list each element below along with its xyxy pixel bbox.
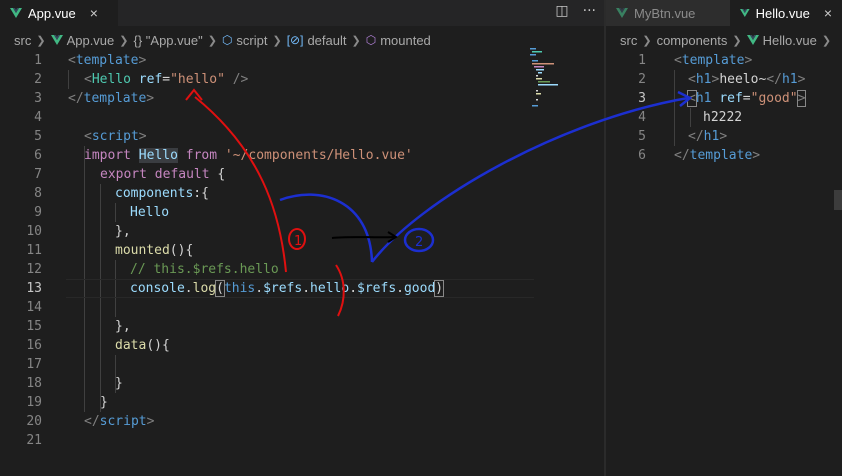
code-line: 6 </template> xyxy=(638,148,761,163)
breadcrumb-hello-vue[interactable]: Hello.vue xyxy=(746,32,817,48)
code-line: 6 import Hello from '~/components/Hello.v… xyxy=(34,148,413,163)
code-line: 18} xyxy=(26,376,123,391)
code-line: 2 <h1>heelo~</h1> xyxy=(638,72,806,87)
vue-file-icon xyxy=(740,8,750,18)
left-editor-group: App.vue × ◫ ··· src ❯ App.vue ❯ {} "App.… xyxy=(0,0,604,476)
code-line: 16 data(){ xyxy=(26,338,170,353)
tab-mybtn-vue[interactable]: MyBtn.vue xyxy=(606,0,730,26)
tab-label: MyBtn.vue xyxy=(634,5,696,21)
code-line: 1 <template> xyxy=(638,53,753,68)
breadcrumb-mounted[interactable]: ⬡ mounted xyxy=(366,33,431,48)
chevron-right-icon: ❯ xyxy=(36,34,46,47)
breadcrumb-label: Hello.vue xyxy=(762,32,817,48)
vue-file-icon xyxy=(10,8,22,18)
code-line-current: 3 <h1 ref="good"> xyxy=(638,90,807,107)
more-actions-icon[interactable]: ··· xyxy=(583,3,596,19)
code-line: 20 </script> xyxy=(26,414,155,429)
breadcrumb-src[interactable]: src xyxy=(620,33,637,48)
breadcrumb-label: script xyxy=(236,32,268,48)
code-line: 12// this.$refs.hello xyxy=(26,262,279,277)
breadcrumb-module[interactable]: {} "App.vue" xyxy=(133,33,202,48)
code-line: 10}, xyxy=(26,224,131,239)
close-icon[interactable]: × xyxy=(824,5,832,21)
code-line: 17 xyxy=(26,357,42,372)
code-line: 1 <template> xyxy=(34,53,147,68)
code-line: 3 </template> xyxy=(34,91,155,106)
breadcrumb-app-vue[interactable]: App.vue xyxy=(50,32,115,48)
tab-bar: App.vue × ◫ ··· xyxy=(0,0,604,26)
code-line: 9 Hello xyxy=(34,205,170,220)
breadcrumb-label: mounted xyxy=(380,32,431,48)
code-line: 14 xyxy=(26,300,42,315)
code-line: 15}, xyxy=(26,319,131,334)
code-line: 19} xyxy=(26,395,108,410)
chevron-right-icon: ❯ xyxy=(351,34,361,47)
code-line: 5 </h1> xyxy=(638,129,728,144)
right-editor-group: MyBtn.vue Hello.vue × src ❯ components ❯… xyxy=(606,0,842,476)
tab-app-vue[interactable]: App.vue × xyxy=(0,0,118,26)
breadcrumb: src ❯ App.vue ❯ {} "App.vue" ❯ ⬡ script … xyxy=(0,27,604,53)
close-icon[interactable]: × xyxy=(90,5,98,21)
code-editor[interactable]: 1 <template> 2 <h1>heelo~</h1> 3 <h1 ref="g… xyxy=(606,51,842,476)
code-line: 7 export default { xyxy=(34,167,226,182)
code-line: 4 xyxy=(34,110,42,125)
chevron-right-icon: ❯ xyxy=(272,34,282,47)
breadcrumb-label: App.vue xyxy=(66,32,115,48)
chevron-right-icon: ❯ xyxy=(732,34,742,47)
code-line: 21 xyxy=(26,433,42,448)
code-line: 5 <script> xyxy=(34,129,147,144)
code-line: 11 mounted(){ xyxy=(26,243,194,258)
variable-icon: [⊘] xyxy=(286,33,304,47)
module-icon: ⬡ xyxy=(221,33,233,47)
code-line: 2 <Hello ref="hello" /> xyxy=(34,72,249,87)
breadcrumb-components[interactable]: components xyxy=(657,33,728,48)
chevron-right-icon: ❯ xyxy=(207,34,217,47)
breadcrumb-script[interactable]: ⬡ script xyxy=(222,33,268,48)
scrollbar-thumb[interactable] xyxy=(834,190,842,210)
tab-label: App.vue xyxy=(28,5,76,21)
tab-bar: MyBtn.vue Hello.vue × xyxy=(606,0,842,26)
code-line-current: 13 console.log(this.$refs.hello.$refs.goo… xyxy=(26,280,445,297)
tab-hello-vue[interactable]: Hello.vue × xyxy=(730,0,842,26)
chevron-right-icon: ❯ xyxy=(821,34,832,47)
code-editor[interactable]: 1 <template> 2 <Hello ref="hello" /> 3 </te… xyxy=(0,51,604,476)
code-line: 8 components:{ xyxy=(34,186,209,201)
vue-file-icon xyxy=(50,35,63,45)
split-editor-icon[interactable]: ◫ xyxy=(555,3,568,19)
vue-file-icon xyxy=(746,35,759,45)
breadcrumb-src[interactable]: src xyxy=(14,33,31,48)
code-line: 4 h2222 xyxy=(638,110,743,125)
vue-file-icon xyxy=(616,8,628,18)
editor-actions: ◫ ··· xyxy=(555,3,596,19)
breadcrumb-label: default xyxy=(307,32,347,48)
chevron-right-icon: ❯ xyxy=(642,34,652,47)
breadcrumb: src ❯ components ❯ Hello.vue ❯ xyxy=(606,27,842,53)
tab-label: Hello.vue xyxy=(755,5,810,21)
minimap[interactable] xyxy=(530,48,560,108)
method-icon: ⬡ xyxy=(365,33,377,47)
breadcrumb-default[interactable]: [⊘] default xyxy=(287,33,347,48)
chevron-right-icon: ❯ xyxy=(119,34,129,47)
